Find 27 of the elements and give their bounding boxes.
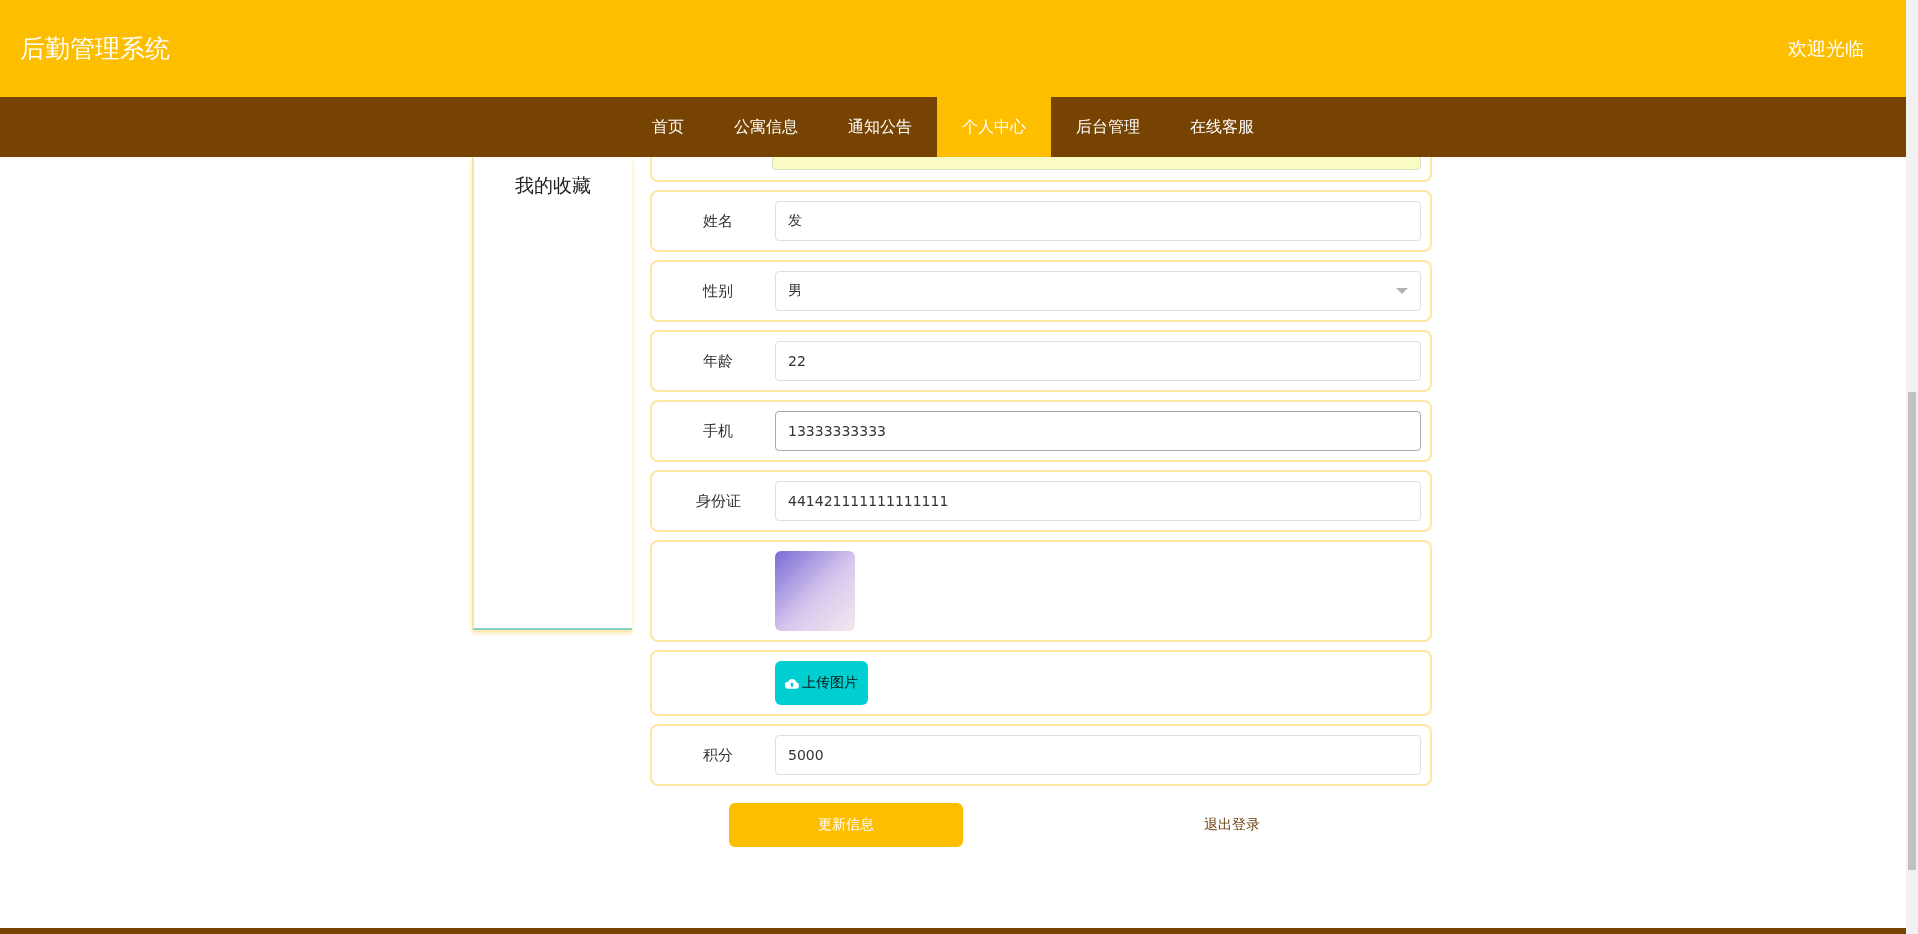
logout-link[interactable]: 退出登录 (1204, 816, 1260, 834)
select-field[interactable]: 男 (775, 271, 1421, 311)
nav-tab[interactable]: 公寓信息 (709, 97, 823, 157)
field-label: 姓名 (702, 211, 734, 231)
input-field[interactable]: 441421111111111111 (775, 481, 1421, 521)
scrollbar-thumb[interactable] (1908, 392, 1916, 870)
field-label: 身份证 (694, 491, 742, 511)
input-field[interactable]: 22 (775, 341, 1421, 381)
input-field[interactable]: 发 (775, 201, 1421, 241)
welcome-text: 欢迎光临 (1788, 35, 1864, 61)
caret-icon (1396, 288, 1408, 294)
nav-tab[interactable]: 后台管理 (1051, 97, 1165, 157)
input-field[interactable]: 13333333333 (775, 411, 1421, 451)
nav-tab[interactable]: 通知公告 (823, 97, 937, 157)
input-field[interactable] (772, 157, 1421, 170)
field-label: 手机 (702, 421, 734, 441)
upload-cloud-icon (785, 677, 799, 689)
nav-tab[interactable]: 首页 (627, 97, 709, 157)
input-field[interactable]: 5000 (775, 735, 1421, 775)
sidebar-item[interactable]: 我的收藏 (515, 173, 591, 199)
field-label: 性别 (701, 281, 734, 301)
upload-button[interactable]: 上传图片 (775, 661, 868, 705)
field-label: 年龄 (702, 351, 734, 371)
field-label: 积分 (702, 745, 734, 765)
scrollbar[interactable] (1906, 0, 1918, 934)
site-title: 后勤管理系统 (20, 33, 170, 65)
nav-tab[interactable]: 在线客服 (1165, 97, 1279, 157)
